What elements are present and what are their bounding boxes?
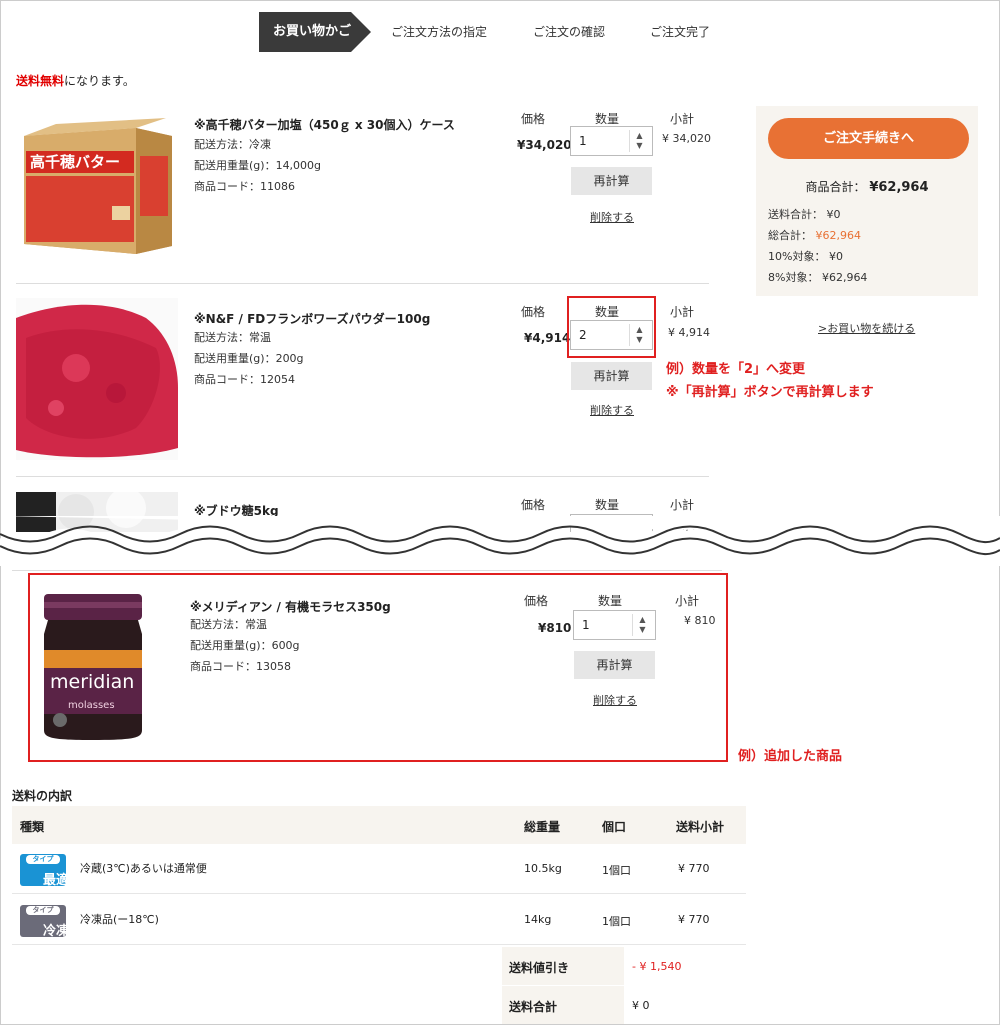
- summary-lines: 送料合計： ¥0 総合計： ¥62,964 10%対象： ¥0 8%対象： ¥6…: [768, 204, 867, 288]
- grand-total-value: ¥62,964: [815, 229, 862, 242]
- frozen-type-badge: 冷凍 タイプ: [20, 905, 69, 939]
- goods-total-value: ¥62,964: [869, 180, 929, 195]
- shipping-row: 最適 タイプ 冷蔵(3℃)あるいは通常便 10.5kg 1個口 ¥ 770: [12, 844, 746, 894]
- shipping-total-line: 送料合計： ¥0: [768, 208, 841, 221]
- shipping-fee: ¥ 770: [678, 862, 710, 875]
- shipping-weight: 14kg: [524, 913, 552, 926]
- checkout-steps: お買い物かご: [259, 12, 371, 52]
- badge-sublabel: タイプ: [26, 855, 60, 864]
- badge-label: 最適: [43, 873, 70, 888]
- shipping-discount-label: 送料値引き: [502, 947, 624, 985]
- annotation-qty-change: 例）数量を「2」へ変更: [666, 362, 806, 377]
- free-shipping-highlight: 送料無料: [16, 74, 65, 88]
- divider: [16, 283, 709, 284]
- wave-separator: [0, 516, 1000, 566]
- qty-header: 数量: [595, 112, 620, 126]
- item-name[interactable]: ※N&F / FDフランボワーズパウダー100g: [194, 310, 430, 327]
- shipping-type-label: 冷凍品(ー18℃): [80, 913, 159, 926]
- continue-shopping-link[interactable]: >お買い物を続ける: [818, 320, 915, 336]
- fee-header: 送料小計: [676, 820, 725, 834]
- subtotal-header: 小計: [670, 305, 695, 319]
- shipping-breakdown-title: 送料の内訳: [12, 789, 73, 803]
- price-header: 価格: [521, 112, 546, 126]
- item-method: 配送方法：常温: [194, 331, 271, 344]
- item-code: 商品コード：11086: [194, 180, 295, 193]
- divider: [12, 570, 722, 571]
- item-price: ¥34,020: [517, 138, 572, 152]
- item-meta: 配送方法：冷凍 配送用重量(g)：14,000g 商品コード：11086: [194, 134, 321, 197]
- raspberry-powder-image[interactable]: [16, 298, 178, 460]
- quantity-input[interactable]: 1 ▲ ▼: [570, 126, 653, 156]
- item-subtotal: ¥ 34,020: [662, 132, 711, 145]
- item-method: 配送方法：冷凍: [194, 138, 271, 151]
- grand-total-label: 総合計：: [768, 229, 812, 242]
- shipping-count: 1個口: [602, 915, 631, 928]
- step-complete: ご注文完了: [650, 25, 711, 39]
- item-name[interactable]: ※高千穂バター加塩（450ｇ x 30個入）ケース: [194, 116, 455, 133]
- cart-item: 高千穂バター ※高千穂バター加塩（450ｇ x 30個入）ケース 配送方法：冷凍…: [16, 106, 711, 281]
- quantity-spinner-icon[interactable]: ▲ ▼: [629, 130, 649, 152]
- shipping-total-row: 送料合計 ¥ 0: [502, 986, 746, 1024]
- qty-header: 数量: [595, 498, 620, 512]
- recalc-button[interactable]: 再計算: [571, 362, 652, 390]
- item-weight: 配送用重量(g)：14,000g: [194, 159, 322, 172]
- price-header: 価格: [521, 305, 546, 319]
- free-shipping-notice: 送料無料になります。: [16, 72, 135, 89]
- step-confirm: ご注文の確認: [533, 25, 606, 39]
- delete-link[interactable]: 削除する: [590, 209, 634, 225]
- badge-label: 冷凍: [43, 924, 70, 939]
- count-header: 個口: [602, 820, 627, 834]
- qty-highlight-box: [567, 296, 656, 358]
- annotation-added-item: 例）追加した商品: [738, 749, 843, 764]
- step-cart: お買い物かご: [259, 12, 371, 52]
- shipping-discount-value: - ¥ 1,540: [632, 960, 682, 973]
- shipping-total-value: ¥ 0: [632, 999, 650, 1012]
- free-shipping-text: になります。: [64, 74, 135, 88]
- item-weight: 配送用重量(g)：200g: [194, 352, 304, 365]
- shipping-weight: 10.5kg: [524, 862, 562, 875]
- price-header: 価格: [521, 498, 546, 512]
- badge-sublabel: タイプ: [26, 906, 60, 915]
- svg-text:高千穂バター: 高千穂バター: [30, 153, 120, 171]
- subtotal-header: 小計: [670, 112, 695, 126]
- step-order-method: ご注文方法の指定: [391, 25, 488, 39]
- added-item-highlight-box: [28, 573, 728, 762]
- shipping-count: 1個口: [602, 864, 631, 877]
- weight-header: 総重量: [524, 820, 561, 834]
- item-code: 商品コード：12054: [194, 373, 295, 386]
- recalc-button[interactable]: 再計算: [571, 167, 652, 195]
- tax-8-line: 8%対象： ¥62,964: [768, 271, 868, 284]
- item-subtotal: ¥ 4,914: [668, 326, 710, 339]
- checkout-button[interactable]: ご注文手続きへ: [768, 118, 969, 159]
- type-header: 種類: [20, 820, 45, 834]
- order-summary: ご注文手続きへ 商品合計： ¥62,964 送料合計： ¥0 総合計： ¥62,…: [756, 106, 978, 296]
- goods-total-label: 商品合計：: [805, 180, 866, 194]
- item-price: ¥4,914: [524, 331, 571, 345]
- item-meta: 配送方法：常温 配送用重量(g)：200g 商品コード：12054: [194, 327, 304, 390]
- shipping-total-label: 送料合計: [502, 986, 624, 1024]
- quantity-value: 1: [579, 134, 587, 148]
- goods-total: 商品合計： ¥62,964: [756, 178, 978, 195]
- shipping-row: 冷凍 タイプ 冷凍品(ー18℃) 14kg 1個口 ¥ 770: [12, 895, 746, 945]
- butter-box-image[interactable]: 高千穂バター: [16, 106, 178, 256]
- shipping-table-header: 種類 総重量 個口 送料小計: [12, 806, 746, 844]
- best-type-badge: 最適 タイプ: [20, 854, 69, 888]
- grand-total-line: 総合計： ¥62,964: [768, 225, 867, 246]
- annotation-recalc-note: ※「再計算」ボタンで再計算します: [666, 385, 874, 400]
- subtotal-header: 小計: [670, 498, 695, 512]
- shipping-type-label: 冷蔵(3℃)あるいは通常便: [80, 862, 207, 875]
- tax-10-line: 10%対象： ¥0: [768, 250, 843, 263]
- delete-link[interactable]: 削除する: [590, 402, 634, 418]
- shipping-fee: ¥ 770: [678, 913, 710, 926]
- shipping-discount-row: 送料値引き - ¥ 1,540: [502, 947, 746, 985]
- divider: [16, 476, 709, 477]
